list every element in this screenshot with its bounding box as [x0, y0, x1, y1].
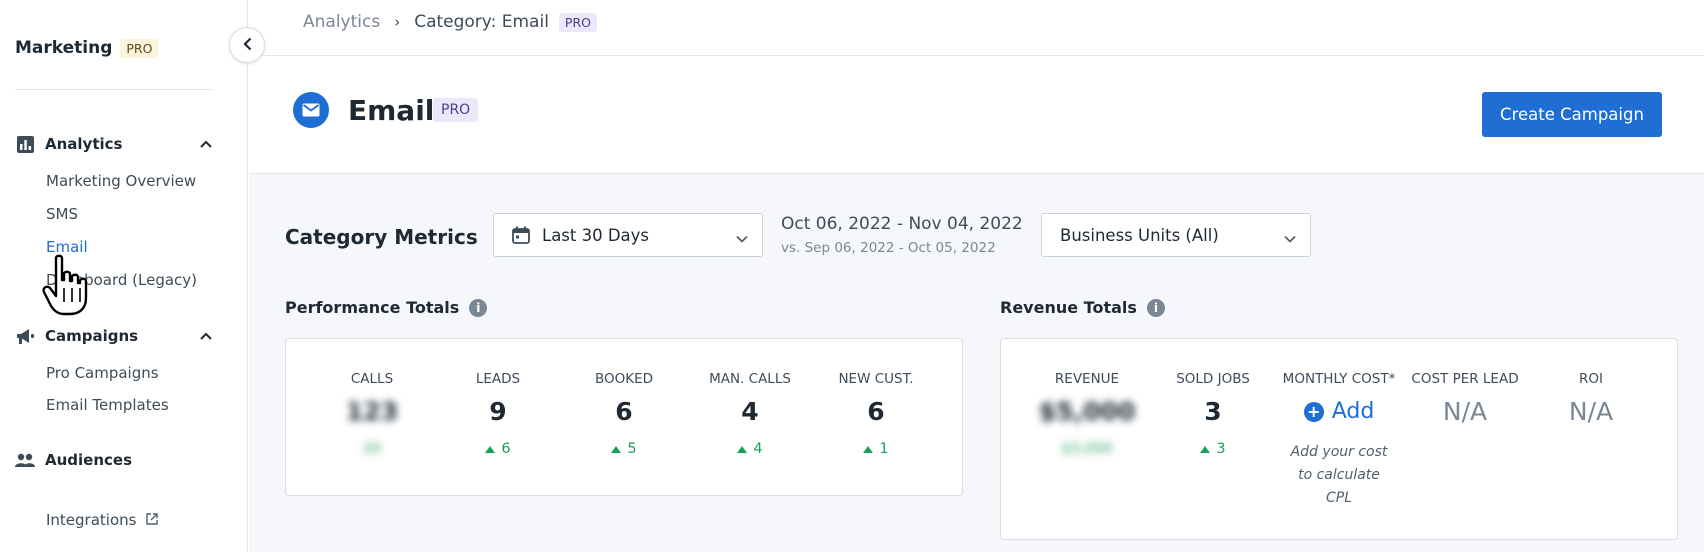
- delta-value: 3: [1216, 441, 1226, 457]
- chevron-down-icon: [736, 228, 748, 247]
- delta-value: 5: [627, 441, 637, 457]
- delta-value: $3,000: [1061, 441, 1113, 457]
- external-link-icon: [146, 511, 159, 529]
- create-campaign-button[interactable]: Create Campaign: [1482, 92, 1662, 137]
- add-cost-note: Add your cost to calculate CPL: [1290, 444, 1388, 506]
- metric-label: SOLD JOBS: [1176, 371, 1250, 387]
- metric-label: BOOKED: [594, 371, 654, 387]
- sidebar-section-label: Audiences: [45, 451, 133, 469]
- page-title: Email: [348, 94, 435, 127]
- metric-value: $5,000: [1038, 397, 1136, 426]
- metric-label: LEADS: [475, 371, 521, 387]
- sidebar-item-email-templates[interactable]: Email Templates: [46, 396, 169, 414]
- page-header: Email PRO Create Campaign: [249, 56, 1704, 174]
- sidebar-divider: [15, 89, 214, 90]
- metric-delta: 1: [813, 441, 939, 457]
- metric-label: CALLS: [350, 371, 394, 387]
- breadcrumb-current: Category: Email: [414, 12, 549, 32]
- metric-label: NEW CUST.: [838, 371, 914, 387]
- sidebar-item-sms[interactable]: SMS: [46, 205, 78, 223]
- business-units-dropdown[interactable]: Business Units (All): [1041, 213, 1311, 257]
- metric-delta: 4: [687, 441, 813, 457]
- date-dropdown-label: Last 30 Days: [542, 225, 650, 245]
- chevron-down-icon: [1284, 228, 1296, 247]
- arrow-up-icon: [737, 445, 748, 453]
- brand: Marketing PRO: [15, 38, 159, 58]
- delta-value: 6: [501, 441, 511, 457]
- page-title-pro-badge: PRO: [433, 98, 479, 122]
- sidebar-item-label: Integrations: [46, 511, 137, 529]
- chevron-up-icon: [198, 328, 214, 344]
- revenue-totals-card: REVENUE $5,000 $3,000 SOLD JOBS 3 3 MONT…: [1000, 338, 1678, 540]
- people-icon: [15, 450, 35, 470]
- performance-totals-card: CALLS 123 20 LEADS 9 6 BOOKED 6 5 MAN. C…: [285, 338, 963, 496]
- breadcrumb-analytics[interactable]: Analytics: [303, 12, 380, 32]
- metric-label: MAN. CALLS: [709, 371, 791, 387]
- bar-chart-icon: [15, 134, 35, 154]
- metric-label: MONTHLY COST*: [1282, 371, 1396, 387]
- add-monthly-cost-button[interactable]: + Add: [1276, 399, 1402, 424]
- arrow-up-icon: [1200, 445, 1211, 453]
- performance-totals-label: Performance Totals: [285, 298, 460, 317]
- info-icon[interactable]: i: [469, 298, 488, 317]
- metric-delta: 6: [435, 441, 561, 457]
- breadcrumb-separator: ›: [394, 13, 401, 31]
- metric-value: 3: [1204, 397, 1222, 426]
- arrow-up-icon: [485, 445, 496, 453]
- add-label: Add: [1331, 399, 1375, 424]
- metric-delta: 5: [561, 441, 687, 457]
- metric-label: REVENUE: [1054, 371, 1120, 387]
- revenue-totals-label: Revenue Totals: [1000, 298, 1137, 317]
- breadcrumb: Analytics › Category: Email PRO: [303, 12, 597, 32]
- metric-delta: $3,000: [1024, 441, 1150, 457]
- sidebar-section-audiences[interactable]: Audiences: [15, 450, 214, 470]
- arrow-up-icon: [863, 445, 874, 453]
- metric-label: COST PER LEAD: [1411, 371, 1519, 387]
- sidebar-section-label: Campaigns: [45, 327, 139, 345]
- sidebar-section-campaigns[interactable]: Campaigns: [15, 326, 214, 346]
- date-range-dropdown[interactable]: Last 30 Days: [493, 213, 763, 257]
- delta-value: 4: [753, 441, 763, 457]
- collapse-sidebar-button[interactable]: [229, 27, 265, 63]
- calendar-icon: [512, 226, 530, 244]
- delta-value: 20: [362, 441, 382, 457]
- delta-value: 1: [879, 441, 889, 457]
- arrow-up-icon: [611, 445, 622, 453]
- sidebar-item-pro-campaigns[interactable]: Pro Campaigns: [46, 364, 159, 382]
- sidebar-section-label: Analytics: [45, 135, 123, 153]
- chevron-up-icon: [198, 136, 214, 152]
- sidebar-section-analytics[interactable]: Analytics: [15, 134, 214, 154]
- brand-title: Marketing: [15, 38, 113, 58]
- metric-value: 6: [615, 397, 633, 426]
- breadcrumb-pro-badge: PRO: [558, 12, 597, 32]
- metric-label: ROI: [1579, 371, 1603, 387]
- sidebar-item-marketing-overview[interactable]: Marketing Overview: [46, 172, 196, 190]
- date-range-text: Oct 06, 2022 - Nov 04, 2022: [781, 214, 1023, 234]
- metric-value: 4: [741, 397, 759, 426]
- envelope-icon: [293, 92, 329, 128]
- megaphone-icon: [15, 326, 35, 346]
- main-content: Category Metrics Last 30 Days Oct 06, 20…: [249, 174, 1704, 552]
- info-icon[interactable]: i: [1146, 298, 1165, 317]
- metric-delta: 20: [309, 441, 435, 457]
- performance-totals-title: Performance Totals i: [285, 298, 488, 317]
- plus-circle-icon: +: [1303, 401, 1324, 422]
- metric-delta: 3: [1150, 441, 1276, 457]
- category-metrics-title: Category Metrics: [285, 225, 478, 249]
- sidebar-item-integrations[interactable]: Integrations: [46, 511, 159, 529]
- business-units-label: Business Units (All): [1060, 225, 1219, 245]
- chevron-left-icon: [242, 37, 252, 54]
- revenue-totals-title: Revenue Totals i: [1000, 298, 1165, 317]
- date-compare-text: vs. Sep 06, 2022 - Oct 05, 2022: [781, 240, 996, 256]
- metric-value: N/A: [1568, 397, 1614, 426]
- metric-value: 123: [345, 397, 399, 426]
- hand-pointer-cursor-icon: [42, 254, 90, 318]
- metric-value: 9: [489, 397, 507, 426]
- brand-pro-badge: PRO: [120, 38, 159, 58]
- sidebar: Marketing PRO Analytics Marketing Overvi…: [0, 0, 248, 552]
- metric-value: 6: [867, 397, 885, 426]
- metric-value: N/A: [1442, 397, 1488, 426]
